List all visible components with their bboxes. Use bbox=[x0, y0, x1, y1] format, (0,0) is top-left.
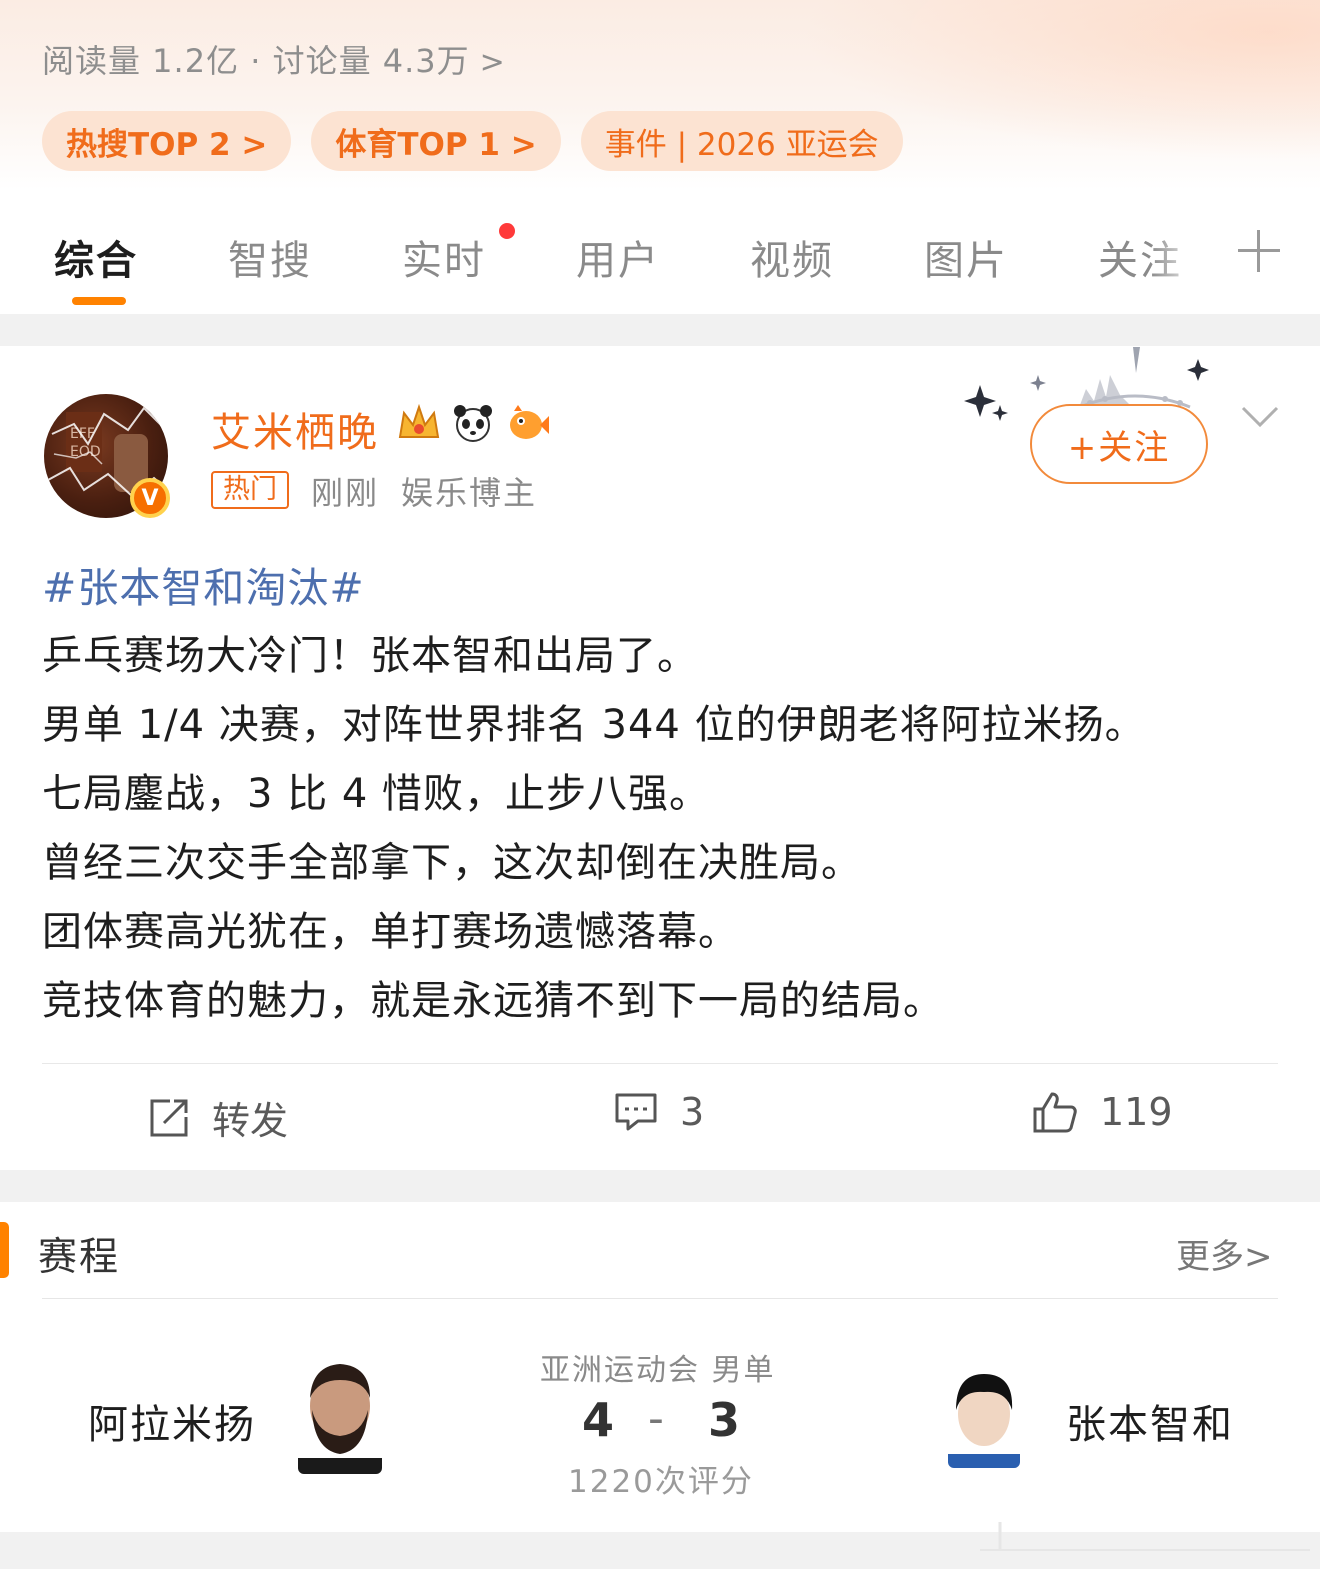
crown-badge-icon bbox=[396, 400, 442, 446]
left-score: 4 bbox=[582, 1393, 615, 1447]
thumbs-up-icon bbox=[1033, 1092, 1077, 1133]
hot-search-rank-chip[interactable]: 热搜TOP 2 > bbox=[42, 111, 292, 171]
post-divider bbox=[42, 1063, 1278, 1064]
unread-dot bbox=[499, 223, 515, 239]
like-count: 119 bbox=[1100, 1090, 1173, 1134]
chevron-right-icon: > bbox=[1244, 1237, 1273, 1277]
topic-hashtag-link[interactable]: #张本智和淘汰# bbox=[42, 554, 365, 614]
chevron-right-icon: > bbox=[479, 45, 506, 80]
right-player-photo[interactable] bbox=[948, 1368, 1020, 1468]
post-line: 七局鏖战，3 比 4 惜败，止步八强。 bbox=[42, 771, 711, 817]
tab-smart-search[interactable]: 智搜 bbox=[228, 228, 312, 286]
post-line: 竞技体育的魅力，就是永远猜不到下一局的结局。 bbox=[42, 978, 944, 1024]
comment-button[interactable]: 3 bbox=[614, 1090, 704, 1134]
comment-count: 3 bbox=[680, 1090, 705, 1134]
tab-images[interactable]: 图片 bbox=[924, 228, 1008, 286]
match-event: 亚洲运动会 男单 bbox=[540, 1353, 776, 1388]
section-accent-bar bbox=[0, 1222, 9, 1278]
chevron-down-icon[interactable] bbox=[1240, 404, 1280, 430]
post-line: 曾经三次交手全部拿下，这次却倒在决胜局。 bbox=[42, 840, 862, 886]
left-player-name[interactable]: 阿拉米扬 bbox=[88, 1392, 256, 1450]
right-score: 3 bbox=[708, 1393, 741, 1447]
post-time: 刚刚 bbox=[311, 474, 380, 512]
fish-badge-icon bbox=[504, 400, 550, 446]
repost-button[interactable]: 转发 bbox=[148, 1090, 288, 1145]
add-tab-plus-icon[interactable] bbox=[1236, 228, 1282, 274]
event-chip[interactable]: 事件 | 2026 亚运会 bbox=[580, 111, 903, 171]
tab-users[interactable]: 用户 bbox=[576, 228, 660, 286]
tab-comprehensive[interactable]: 综合 bbox=[54, 228, 138, 286]
post-line: 团体赛高光犹在，单打赛场遗憾落幕。 bbox=[42, 909, 739, 955]
panda-badge-icon bbox=[450, 400, 496, 446]
tab-videos[interactable]: 视频 bbox=[750, 228, 834, 286]
hot-tag: 热门 bbox=[211, 471, 289, 509]
verified-badge-icon: V bbox=[130, 478, 170, 518]
score-separator: - bbox=[648, 1393, 664, 1444]
more-label: 更多 bbox=[1176, 1237, 1244, 1277]
user-role: 娱乐博主 bbox=[401, 474, 538, 512]
more-link[interactable]: 更多> bbox=[1176, 1229, 1273, 1278]
right-player-name[interactable]: 张本智和 bbox=[1066, 1392, 1234, 1450]
active-tab-indicator bbox=[72, 297, 126, 305]
left-player-photo[interactable] bbox=[298, 1358, 382, 1474]
stats-text: 阅读量 1.2亿 · 讨论量 4.3万 bbox=[42, 42, 470, 80]
share-icon bbox=[150, 1099, 188, 1136]
sports-rank-chip[interactable]: 体育TOP 1 > bbox=[311, 111, 561, 171]
scroll-indicator bbox=[980, 1522, 1310, 1551]
topic-chips: 热搜TOP 2 > 体育TOP 1 > 事件 | 2026 亚运会 bbox=[42, 111, 903, 171]
post-body: 乒乓赛场大冷门！张本智和出局了。 男单 1/4 决赛，对阵世界排名 344 位的… bbox=[42, 622, 1146, 1036]
tabs-fade bbox=[1150, 215, 1210, 285]
like-button[interactable]: 119 bbox=[1032, 1090, 1173, 1134]
comment-icon bbox=[615, 1093, 657, 1131]
rating-count[interactable]: 1220次评分 bbox=[568, 1456, 754, 1501]
username[interactable]: 艾米栖晚 bbox=[211, 400, 379, 458]
schedule-title: 赛程 bbox=[38, 1235, 121, 1280]
post-line: 乒乓赛场大冷门！张本智和出局了。 bbox=[42, 633, 698, 679]
post-meta: 刚刚 娱乐博主 bbox=[311, 468, 537, 514]
user-badges bbox=[396, 400, 550, 446]
follow-button[interactable]: +关注 bbox=[1030, 404, 1208, 484]
tab-realtime[interactable]: 实时 bbox=[402, 228, 486, 286]
repost-label: 转发 bbox=[212, 1099, 289, 1143]
post-line: 男单 1/4 决赛，对阵世界排名 344 位的伊朗老将阿拉米扬。 bbox=[42, 702, 1146, 748]
topic-stats[interactable]: 阅读量 1.2亿 · 讨论量 4.3万 > bbox=[42, 36, 506, 82]
schedule-divider bbox=[42, 1298, 1278, 1299]
